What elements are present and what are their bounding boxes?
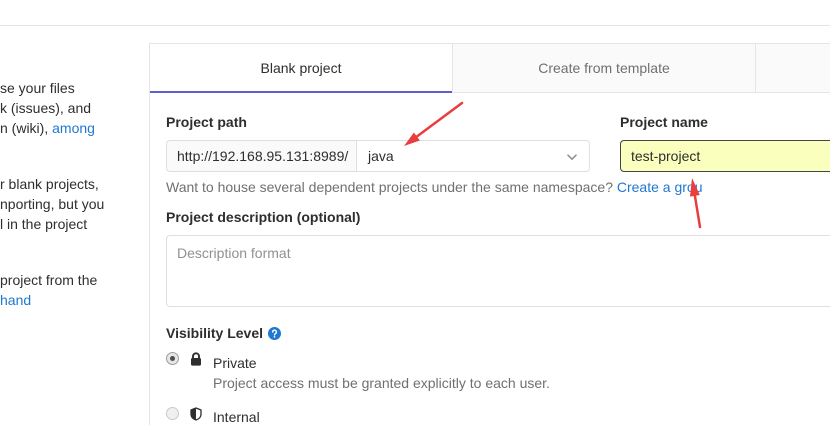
intro-text-line: project from the (0, 272, 98, 288)
lock-icon (191, 352, 201, 366)
intro-text: n (wiki), (0, 120, 53, 136)
visibility-radio-internal[interactable] (166, 407, 179, 420)
tab-blank-project[interactable]: Blank project (150, 44, 452, 93)
visibility-option-internal[interactable]: Internal (166, 406, 586, 425)
project-name-label: Project name (620, 114, 708, 130)
namespace-help-copy: Want to house several dependent projects… (166, 179, 617, 195)
project-description-input[interactable] (166, 235, 830, 307)
intro-paragraph: project from the hand (0, 270, 140, 310)
intro-link-among[interactable]: among (52, 120, 95, 136)
chevron-down-icon (567, 154, 577, 160)
intro-paragraph: se your files k (issues), and n (wiki), … (0, 78, 140, 138)
visibility-level-label: Visibility Level (166, 325, 264, 341)
intro-text-line: l in the project (0, 216, 88, 232)
namespace-selected-value: java (368, 148, 394, 164)
top-bar (0, 0, 830, 26)
namespace-help-text: Want to house several dependent projects… (166, 178, 702, 196)
new-project-intro: se your files k (issues), and n (wiki), … (0, 78, 140, 346)
intro-text-line: n (wiki), among (0, 118, 140, 138)
visibility-option-private[interactable]: Private Project access must be granted e… (166, 351, 586, 393)
intro-text-line: r blank projects, (0, 176, 99, 192)
visibility-option-title: Private (213, 355, 257, 371)
visibility-option-description: Project access must be granted explicitl… (213, 375, 550, 391)
create-group-link[interactable]: Create a grou (617, 179, 703, 195)
intro-text-line: nporting, but you (0, 196, 105, 212)
new-project-page: se your files k (issues), and n (wiki), … (0, 0, 830, 425)
intro-paragraph: r blank projects, nporting, but you l in… (0, 174, 140, 234)
intro-link-hand[interactable]: hand (0, 290, 140, 310)
namespace-select[interactable]: java (357, 140, 590, 172)
tab-create-from-template[interactable]: Create from template (452, 44, 755, 93)
intro-text-line: se your files (0, 80, 75, 96)
question-circle-icon[interactable] (268, 326, 282, 340)
visibility-level-heading: Visibility Level (166, 324, 282, 342)
visibility-radio-private[interactable] (166, 352, 179, 365)
tab-3[interactable] (755, 44, 830, 93)
project-name-input[interactable] (620, 140, 830, 172)
project-description-label: Project description (optional) (166, 209, 361, 225)
shield-icon (190, 407, 202, 421)
project-url-prefix: http://192.168.95.131:8989/ (166, 140, 357, 172)
visibility-option-title: Internal (213, 409, 260, 425)
intro-text-line: k (issues), and (0, 100, 92, 116)
project-path-label: Project path (166, 114, 247, 130)
